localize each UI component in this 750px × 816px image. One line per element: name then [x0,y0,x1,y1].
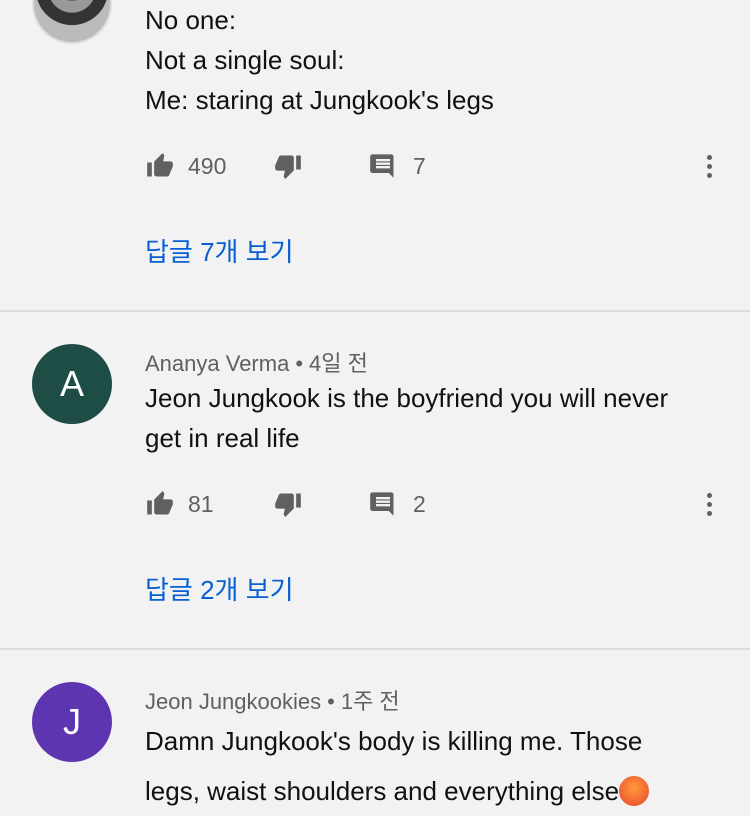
comment-item: J Jeon Jungkookies • 1주 전 Damn Jungkook's … [0,650,750,814]
avatar-letter: A [59,363,84,404]
reply-count: 2 [413,490,426,517]
comment-text-line: get in real life [145,423,300,453]
like-button[interactable]: 81 [145,484,214,524]
more-vert-icon [706,154,712,160]
avatar[interactable]: A [32,344,112,424]
comment-text-line: Damn Jungkook's body is killing me. Thos… [145,726,643,756]
comment-text-line: legs, waist shoulders and everything els… [145,766,725,816]
hot-face-emoji [619,776,650,806]
timestamp[interactable]: 1주 전 [341,689,400,714]
comment-actions: 490 7 [145,146,745,186]
comment-text-line: Me: staring at Jungkook's legs [145,85,494,115]
comment-text-line: No one: [145,5,237,35]
view-replies-link[interactable]: 답글 2개 보기 [145,570,294,607]
reply-count: 7 [413,152,426,179]
dislike-button[interactable] [273,146,303,186]
more-options-button[interactable] [699,146,719,186]
comment-meta: Ananya Verma • 4일 전 [145,346,368,378]
comment-text-line: Jeon Jungkook is the boyfriend you will … [145,383,669,413]
like-count: 81 [188,490,214,517]
comment-item: A Ananya Verma • 4일 전 Jeon Jungkook is the… [0,312,750,648]
more-vert-icon [706,492,712,498]
separator: • [327,689,335,714]
comment-meta: Jeon Jungkookies • 1주 전 [145,684,400,716]
reply-button[interactable]: 2 [369,484,426,524]
more-options-button[interactable] [699,484,719,524]
thumbs-up-icon [147,491,173,515]
like-count: 490 [188,152,227,179]
comment-icon [370,492,394,516]
comment-item: No one: Not a single soul: Me: staring a… [0,0,750,310]
comment-text-line: Not a single soul: [145,45,345,75]
thumbs-down-icon [275,493,301,517]
view-replies-link[interactable]: 답글 7개 보기 [145,232,294,269]
separator: • [295,351,304,376]
author-name[interactable]: Ananya Verma [145,351,289,376]
comment-actions: 81 2 [145,484,745,524]
reply-button[interactable]: 7 [369,146,426,186]
like-button[interactable]: 490 [145,146,226,186]
thumbs-up-icon [147,153,173,177]
avatar[interactable] [32,0,112,44]
avatar[interactable]: J [32,682,112,762]
dislike-button[interactable] [273,484,303,524]
comment-text: No one: Not a single soul: Me: staring a… [145,0,725,120]
comment-icon [370,154,394,178]
comment-text: Jeon Jungkook is the boyfriend you will … [145,378,725,458]
avatar-letter: J [63,701,81,742]
timestamp[interactable]: 4일 전 [309,351,368,376]
comment-text: Damn Jungkook's body is killing me. Thos… [145,716,725,816]
author-name[interactable]: Jeon Jungkookies [145,689,321,714]
thumbs-down-icon [275,155,301,179]
